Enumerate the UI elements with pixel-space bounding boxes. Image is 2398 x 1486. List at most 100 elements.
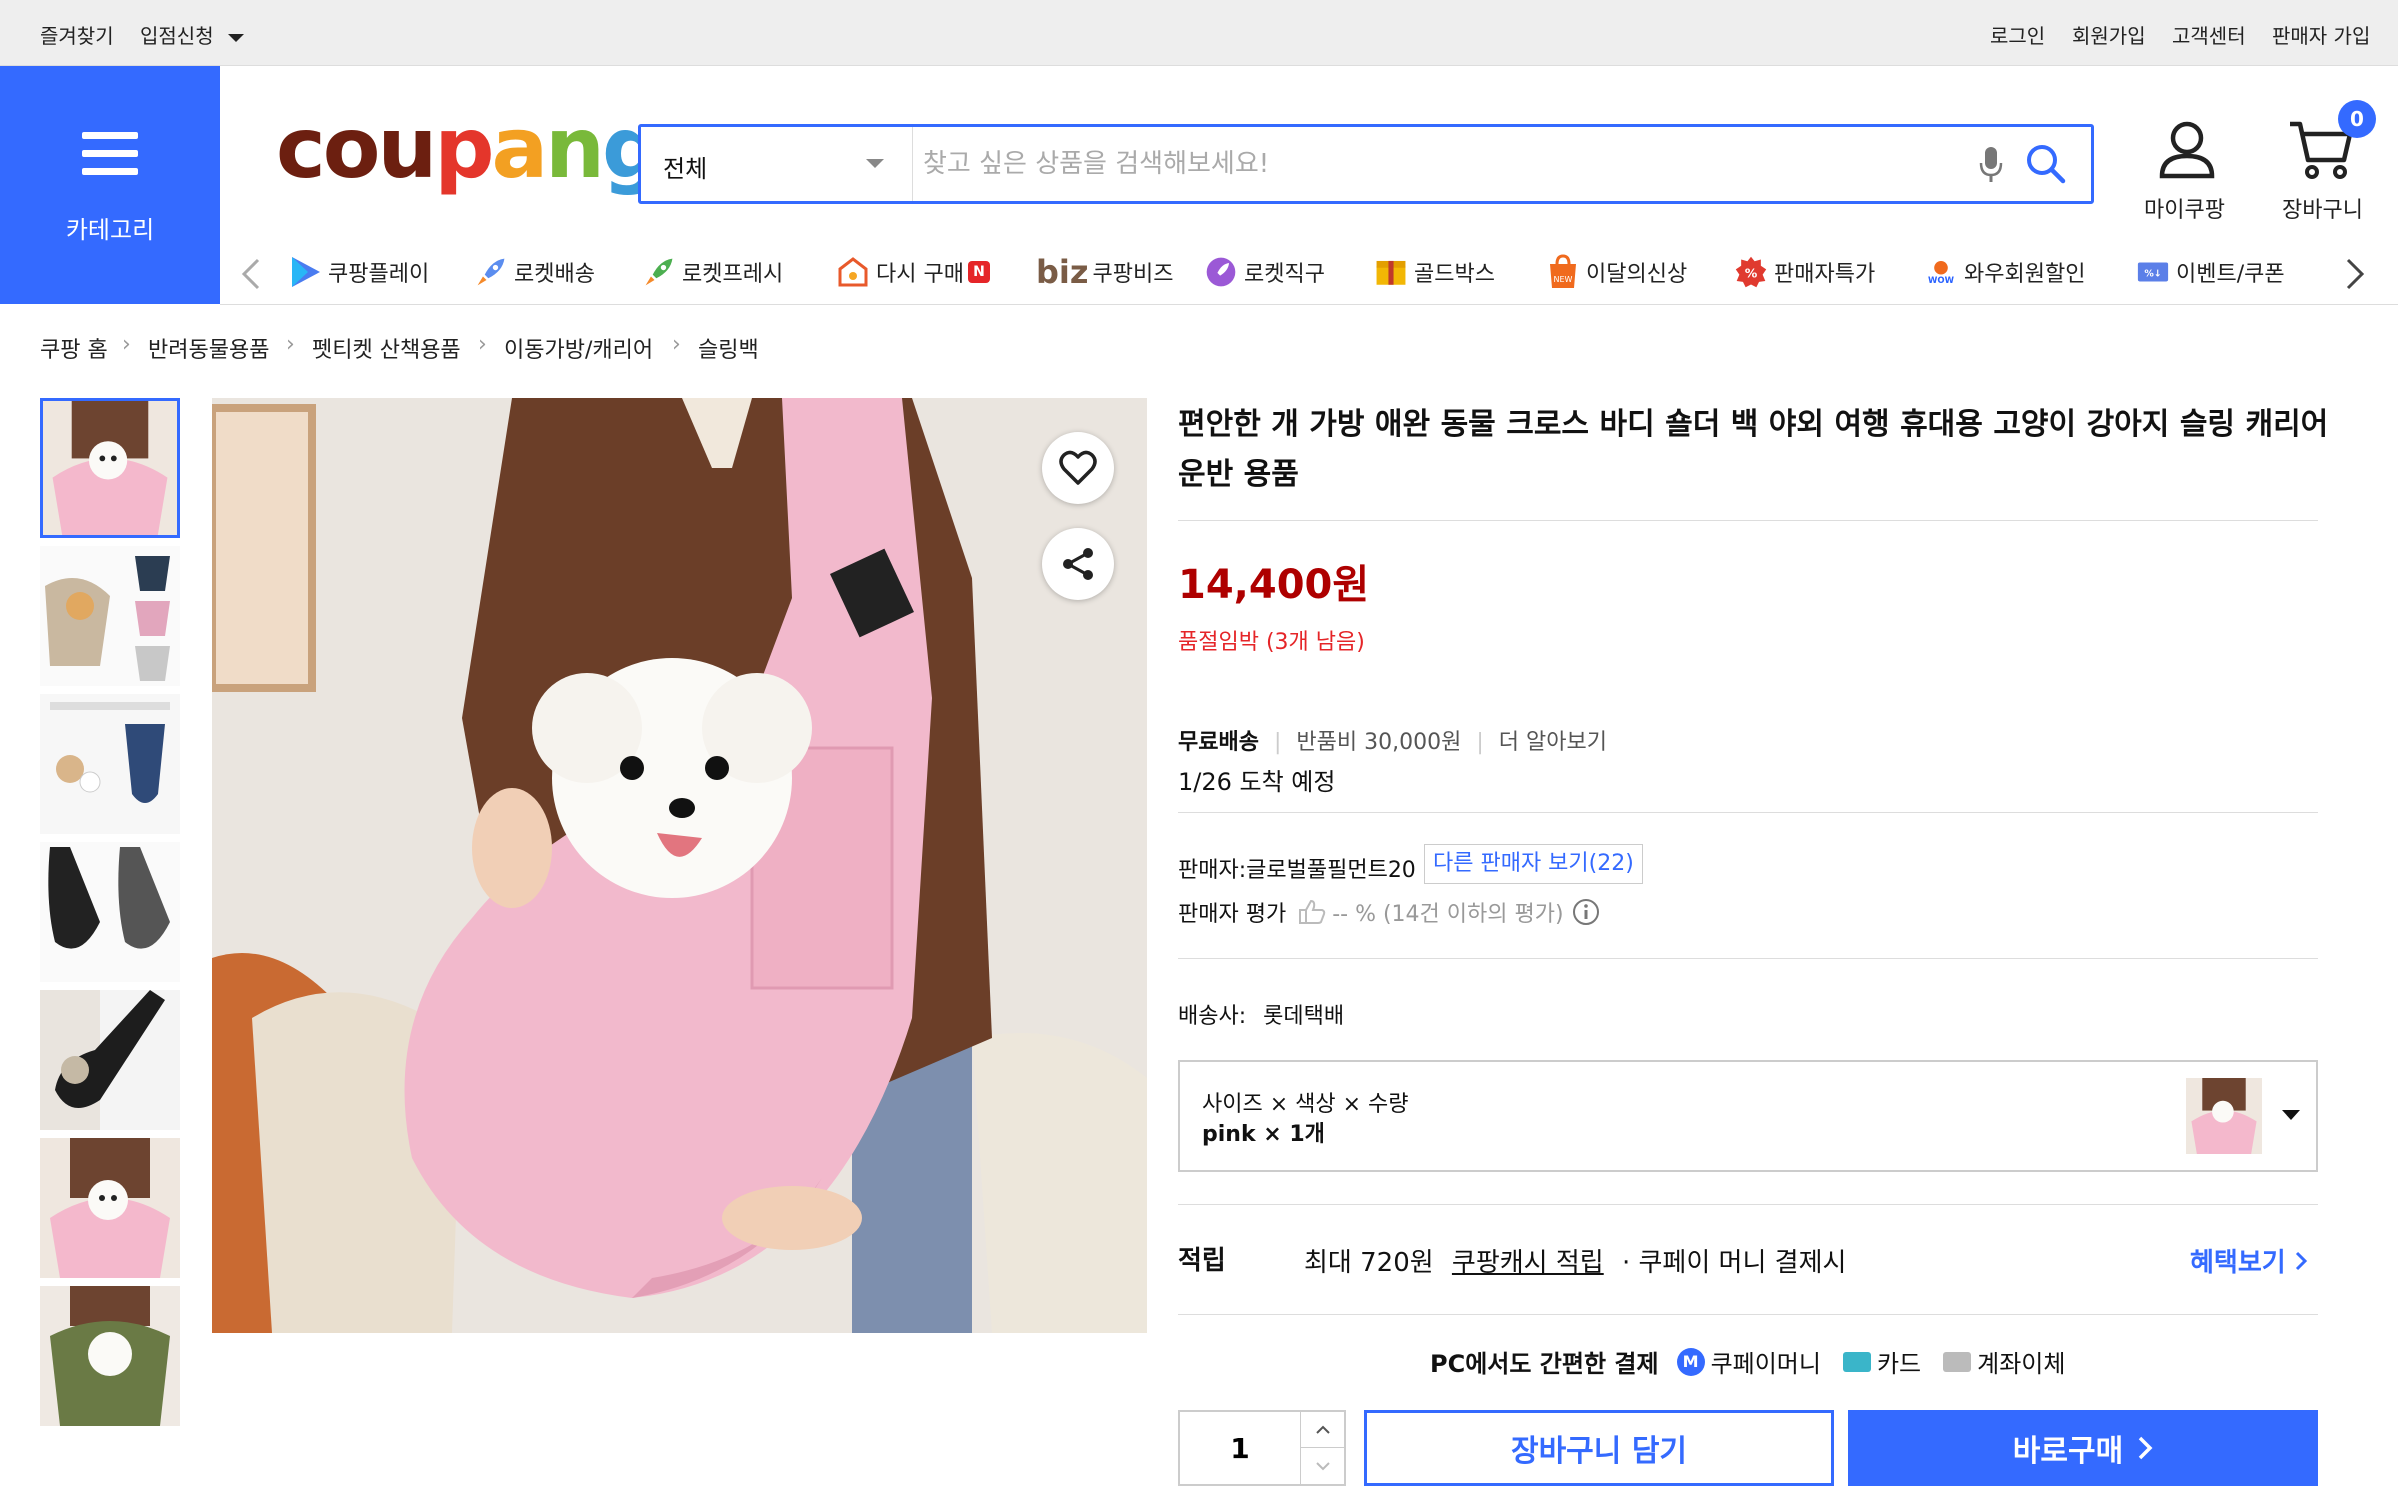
search-icon[interactable] [2025,143,2067,185]
thumbnail-5[interactable] [40,990,180,1130]
seller-apply-link[interactable]: 입점신청 [140,20,246,49]
benefit-link[interactable]: 혜택보기 [2190,1242,2308,1279]
coupon-icon: %↓ [2136,255,2170,289]
thumbnail-2[interactable] [40,546,180,686]
nav-item-goldbox[interactable]: 골드박스 [1374,254,1495,290]
info-icon[interactable] [1572,898,1600,926]
chevron-down-icon [1315,1462,1330,1471]
mycoupang-button[interactable]: 마이쿠팡 [2132,118,2242,224]
quantity-increase-button[interactable] [1300,1412,1344,1448]
pc-payment-options: PC에서도 간편한 결제 M 쿠페이머니 카드 계좌이체 [1430,1344,2065,1379]
new-badge: N [967,261,990,283]
thumbnail-4[interactable] [40,842,180,982]
other-sellers-button[interactable]: 다른 판매자 보기(22) [1424,844,1643,884]
breadcrumb-item[interactable]: 쿠팡 홈 [40,332,108,364]
arrival-date: 1/26 도착 예정 [1178,768,1336,796]
breadcrumb-separator-icon: › [672,332,681,357]
nav-item-rocket-fresh[interactable]: 로켓프레시 [642,254,783,290]
search-input[interactable] [923,141,1923,187]
category-label: 카테고리 [65,216,155,244]
nav-item-label: 이벤트/쿠폰 [2176,262,2285,287]
seller-signup-link[interactable]: 판매자 가입 [2272,20,2370,49]
header-divider [220,304,2398,305]
category-menu-button[interactable]: 카테고리 [0,66,220,304]
search-bar: 전체 [638,124,2094,204]
seller-rating-label: 판매자 평가 [1178,902,1287,927]
heart-icon [1059,450,1097,485]
chevron-up-icon [1315,1425,1330,1434]
stock-warning: 품절임박 (3개 남음) [1178,630,1365,655]
breadcrumb-item[interactable]: 펫티켓 산책용품 [312,332,461,364]
divider [1178,958,2318,959]
thumbnail-6[interactable] [40,1138,180,1278]
nav-item-rocket-global[interactable]: 로켓직구 [1204,254,1325,290]
nav-prev-arrow-icon[interactable] [238,256,262,292]
cart-button[interactable]: 0 장바구니 [2266,100,2386,224]
product-title-line: 운반 용품 [1178,457,1299,492]
pay-method-label: 계좌이체 [1977,1350,2066,1378]
nav-item-label: 골드박스 [1414,262,1495,287]
thumbnail-1[interactable] [40,398,180,538]
carrier-info: 배송사: 롯데택배 [1178,998,1344,1030]
product-thumbnail-image [40,546,180,686]
svg-text:NEW: NEW [1554,275,1573,284]
buy-now-label: 바로구매 [2012,1434,2124,1469]
product-thumbnail-image [43,401,177,535]
chevron-down-icon [2282,1110,2300,1120]
search-category-select[interactable]: 전체 [641,127,913,201]
new-icon: NEW [1546,254,1580,289]
svg-text:%: % [1745,265,1758,280]
nav-item-label: 판매자특가 [1774,262,1876,287]
coupang-logo[interactable]: coupang [276,106,662,190]
rocket-icon [474,255,508,289]
nav-item-seller-deals[interactable]: % 판매자특가 [1734,254,1875,290]
chevron-down-icon [866,159,884,168]
quantity-decrease-button[interactable] [1300,1448,1344,1484]
divider [1178,1204,2318,1205]
breadcrumb-separator-icon: › [478,332,487,357]
option-selector[interactable]: 사이즈 × 색상 × 수량 pink × 1개 [1178,1060,2318,1172]
customer-center-link[interactable]: 고객센터 [2172,20,2246,49]
nav-item-coupangbiz[interactable]: biz 쿠팡비즈 [1036,253,1174,291]
product-thumbnail-image [40,694,180,834]
signup-link[interactable]: 회원가입 [2072,20,2146,49]
thumbnail-7[interactable] [40,1286,180,1426]
nav-item-rocket-delivery[interactable]: 로켓배송 [474,254,595,290]
card-icon [1842,1351,1871,1372]
learn-more-link[interactable]: 더 알아보기 [1499,730,1607,755]
nav-next-arrow-icon[interactable] [2344,256,2368,292]
share-button[interactable] [1042,528,1114,600]
logo-letter: u [377,99,438,197]
product-thumbnail-image [40,1286,180,1426]
seller-name[interactable]: 판매자:글로벌풀필먼트20 [1178,852,1416,884]
carrier-label: 배송사: [1178,1004,1247,1029]
buy-now-button[interactable]: 바로구매 [1848,1410,2318,1486]
nav-item-wow-discount[interactable]: WOW 와우회원할인 [1924,254,2085,290]
breadcrumb-item[interactable]: 반려동물용품 [148,332,269,364]
nav-item-coupangplay[interactable]: 쿠팡플레이 [288,254,429,290]
microphone-icon[interactable] [1977,145,2005,185]
breadcrumb-separator-icon: › [286,332,295,357]
main-product-image[interactable] [212,398,1147,1333]
nav-item-label: 이달의신상 [1586,262,1688,287]
breadcrumb-item[interactable]: 이동가방/캐리어 [504,332,653,364]
reward-cash-link[interactable]: 쿠팡캐시 적립 [1452,1248,1604,1278]
seller-rating-value: -- % (14건 이하의 평가) [1332,902,1564,927]
user-icon [2159,121,2215,179]
thumbnail-3[interactable] [40,694,180,834]
separator: | [1476,730,1484,755]
nav-item-rebuy[interactable]: 다시 구매 N [836,254,990,290]
nav-item-events-coupons[interactable]: %↓ 이벤트/쿠폰 [2136,254,2292,290]
reward-condition: · 쿠페이 머니 결제시 [1621,1248,1847,1278]
nav-item-label: 쿠팡비즈 [1092,262,1174,287]
wishlist-button[interactable] [1042,432,1114,504]
login-link[interactable]: 로그인 [1990,20,2045,49]
add-to-cart-button[interactable]: 장바구니 담기 [1364,1410,1834,1486]
reward-label: 적립 [1178,1246,1226,1276]
favorites-link[interactable]: 즐겨찾기 [40,20,114,49]
nav-item-new-arrivals[interactable]: NEW 이달의신상 [1546,254,1687,290]
breadcrumb-item[interactable]: 슬링백 [698,332,759,364]
quantity-input[interactable] [1180,1412,1300,1484]
free-shipping-label: 무료배송 [1178,730,1259,755]
return-fee: 반품비 30,000원 [1296,730,1462,755]
